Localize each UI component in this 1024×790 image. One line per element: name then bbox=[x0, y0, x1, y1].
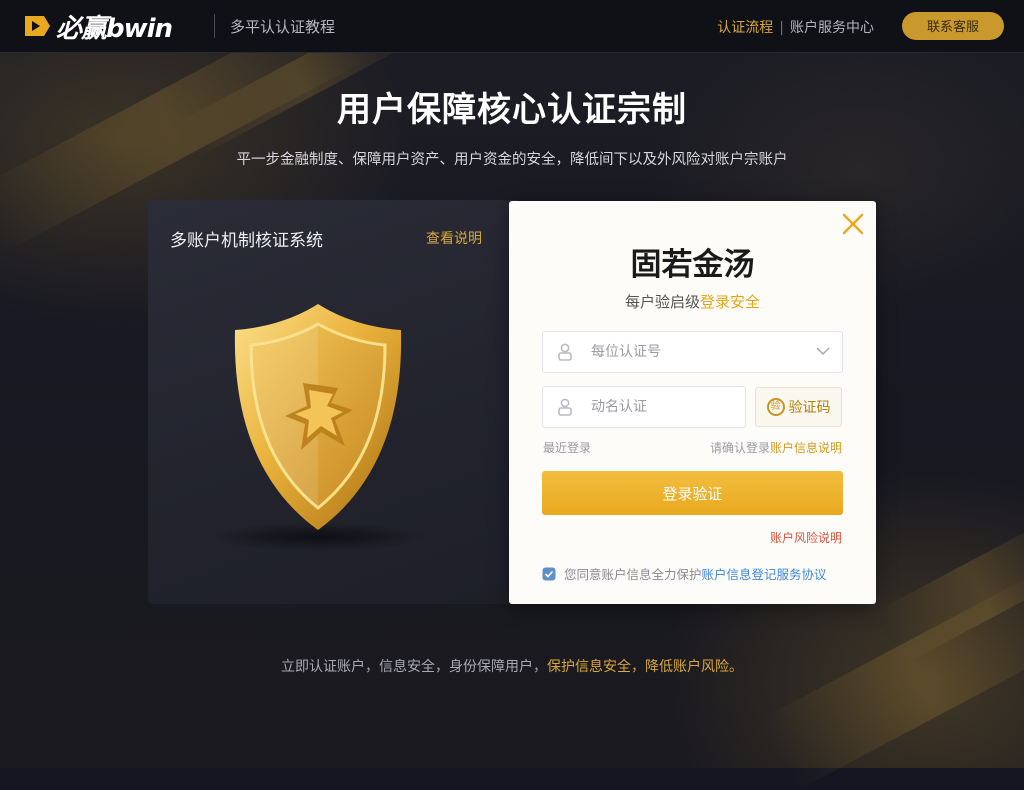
security-info-panel: 多账户机制核证系统 查看说明 bbox=[148, 200, 518, 604]
chevron-down-icon[interactable] bbox=[816, 346, 830, 356]
account-input[interactable] bbox=[589, 343, 773, 361]
page-subtitle: 平一步金融制度、保障用户资产、用户资金的安全，降低间下以及外风险对账户宗账户 bbox=[236, 152, 788, 168]
logo-text: 必赢bwin bbox=[56, 13, 173, 44]
nav-link-service-center[interactable]: 账户服务中心 bbox=[790, 20, 874, 36]
captcha-seal-icon: 验 bbox=[766, 398, 785, 416]
footer-highlight: 保护信息安全，降低账户风险。 bbox=[547, 659, 743, 675]
risk-info-link[interactable]: 账户风险说明 bbox=[770, 529, 842, 546]
panel-title: 多账户机制核证系统 bbox=[170, 231, 323, 251]
captcha-label: 验证码 bbox=[788, 400, 831, 416]
page-title: 用户保障核心认证宗制 bbox=[337, 90, 687, 130]
login-card-subtitle: 每户验启级登录安全 bbox=[509, 291, 876, 312]
brand-logo[interactable]: 必赢bwin bbox=[22, 10, 173, 44]
shield-emblem-icon bbox=[234, 304, 402, 530]
hint-text: 请确认登录 bbox=[709, 441, 770, 455]
agreement-text: 您同意账户信息全力保护 bbox=[564, 567, 702, 582]
account-select-field[interactable] bbox=[542, 331, 843, 373]
captcha-button[interactable]: 验 验证码 bbox=[755, 387, 842, 427]
agreement-link[interactable]: 账户信息登记服务协议 bbox=[702, 564, 827, 583]
panel-details-link[interactable]: 查看说明 bbox=[426, 228, 482, 248]
footer-text: 立即认证账户，信息安全，身份保障用户， bbox=[281, 659, 547, 675]
contact-service-button[interactable]: 联系客服 bbox=[902, 12, 1004, 40]
subtitle-highlight: 登录安全 bbox=[700, 293, 761, 311]
login-card-title: 固若金汤 bbox=[630, 247, 755, 283]
recent-login-hint[interactable]: 最近登录 bbox=[543, 439, 591, 456]
name-input[interactable] bbox=[589, 398, 713, 416]
name-field[interactable] bbox=[542, 386, 746, 428]
verified-shield-icon[interactable] bbox=[542, 567, 556, 581]
login-submit-button[interactable]: 登录验证 bbox=[542, 471, 843, 515]
footer-statement: 立即认证账户，信息安全，身份保障用户，保护信息安全，降低账户风险。 bbox=[0, 656, 1024, 676]
nav-separator: | bbox=[779, 20, 784, 36]
lock-icon bbox=[558, 398, 572, 416]
site-title: 多平认认证教程 bbox=[230, 18, 336, 36]
user-icon bbox=[558, 343, 572, 361]
logo-mark-icon bbox=[25, 16, 50, 36]
close-icon[interactable] bbox=[840, 211, 866, 237]
account-info-hint[interactable]: 请确认登录账户信息说明 bbox=[710, 439, 842, 456]
header-divider bbox=[214, 14, 215, 38]
login-card: 固若金汤 每户验启级登录安全 验 验证码 最近登录 请确认登录账户信息说明 登录… bbox=[509, 201, 876, 604]
agreement-note: 您同意账户信息全力保护 账户信息登记服务协议 bbox=[542, 564, 827, 583]
hint-highlight: 账户信息说明 bbox=[769, 441, 842, 455]
header-links: 认证流程 | 账户服务中心 bbox=[717, 17, 874, 37]
nav-link-process[interactable]: 认证流程 bbox=[717, 20, 773, 36]
top-navigation-bar: 必赢bwin 多平认认证教程 认证流程 | 账户服务中心 联系客服 bbox=[0, 0, 1024, 53]
subtitle-text: 每户验启级 bbox=[624, 293, 700, 311]
